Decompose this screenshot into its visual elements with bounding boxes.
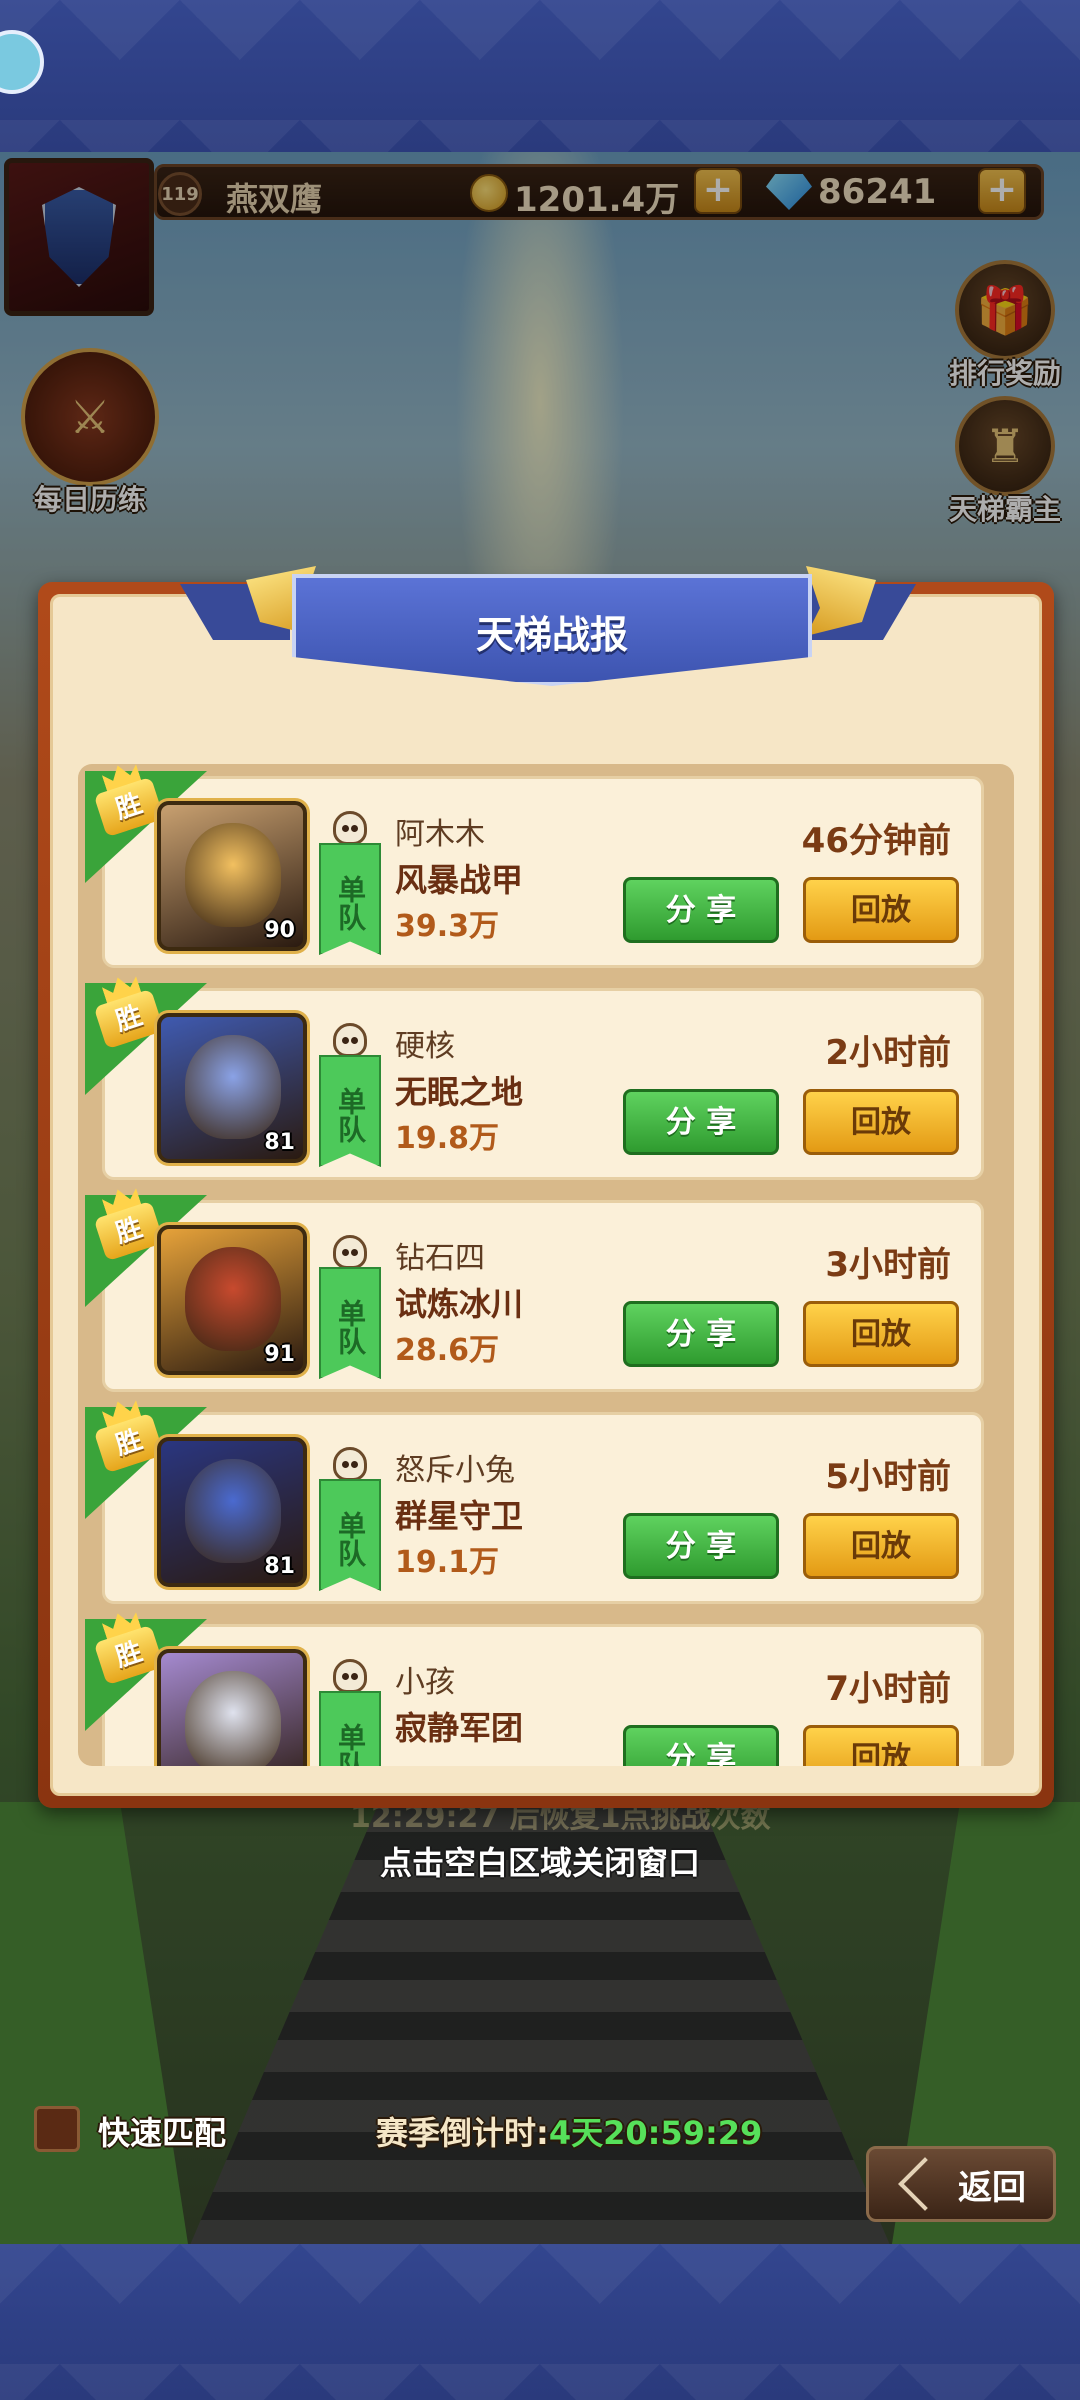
- battle-record-card: 胜 90 单队 阿木木 风暴战甲 39.3万 46分钟前 分 享 回放: [85, 776, 984, 968]
- back-label: 返回: [958, 2167, 1026, 2208]
- skull-icon: [333, 811, 367, 845]
- opponent-power: 19.1万: [395, 1545, 500, 1580]
- hero-level: 90: [264, 918, 295, 943]
- opponent-power: 39.3万: [395, 909, 500, 944]
- opponent-power: 28.6万: [395, 1333, 500, 1368]
- opponent-hero-avatar[interactable]: 90: [157, 801, 307, 951]
- solo-team-tag: 单队: [319, 1055, 381, 1167]
- share-button[interactable]: 分 享: [623, 1301, 779, 1367]
- share-button[interactable]: 分 享: [623, 1513, 779, 1579]
- battle-time: 7小时前: [825, 1669, 951, 1709]
- battle-record-card: 胜 单队 小孩 寂静军团 7小时前 分 享 回放: [85, 1624, 984, 1766]
- share-button[interactable]: 分 享: [623, 1725, 779, 1766]
- battle-record-card: 胜 81 单队 硬核 无眠之地 19.8万 2小时前 分 享 回放: [85, 988, 984, 1180]
- quick-match-label: 快速匹配: [98, 2114, 227, 2152]
- back-arrow-icon: [898, 2157, 952, 2211]
- opponent-guild: 试炼冰川: [395, 1285, 524, 1323]
- quick-match-checkbox[interactable]: [34, 2106, 80, 2152]
- battle-record-card: 胜 91 单队 钻石四 试炼冰川 28.6万 3小时前 分 享 回放: [85, 1200, 984, 1392]
- opponent-name: 硬核: [395, 1029, 455, 1064]
- battle-time: 2小时前: [825, 1033, 951, 1073]
- opponent-guild: 无眠之地: [395, 1073, 524, 1111]
- hero-level: 81: [264, 1554, 295, 1579]
- hero-face: [185, 1459, 281, 1563]
- battle-time: 5小时前: [825, 1457, 951, 1497]
- opponent-name: 钻石四: [395, 1241, 485, 1276]
- back-button[interactable]: 返回: [866, 2146, 1056, 2222]
- opponent-hero-avatar[interactable]: 91: [157, 1225, 307, 1375]
- replay-button[interactable]: 回放: [803, 1725, 959, 1766]
- opponent-name: 怒斥小兔: [395, 1453, 515, 1488]
- season-countdown: 赛季倒计时:4天20:59:29: [376, 2108, 762, 2154]
- close-window-hint: 点击空白区域关闭窗口: [379, 1844, 700, 1882]
- share-button[interactable]: 分 享: [623, 877, 779, 943]
- opponent-power: 19.8万: [395, 1121, 500, 1156]
- solo-team-tag: 单队: [319, 1691, 381, 1766]
- hero-face: [185, 1035, 281, 1139]
- opponent-name: 阿木木: [395, 817, 485, 852]
- modal-title: 天梯战报: [475, 613, 628, 657]
- hero-level: 91: [264, 1342, 295, 1367]
- replay-button[interactable]: 回放: [803, 1301, 959, 1367]
- opponent-hero-avatar[interactable]: 81: [157, 1437, 307, 1587]
- top-border-band: [0, 0, 1080, 152]
- skull-icon: [333, 1023, 367, 1057]
- opponent-hero-avatar[interactable]: [157, 1649, 307, 1766]
- skull-icon: [333, 1659, 367, 1693]
- skull-icon: [333, 1235, 367, 1269]
- hero-face: [185, 823, 281, 927]
- season-countdown-label: 赛季倒计时:: [376, 2114, 549, 2152]
- solo-team-tag: 单队: [319, 843, 381, 955]
- season-countdown-value: 4天20:59:29: [548, 2114, 763, 2152]
- solo-team-tag: 单队: [319, 1267, 381, 1379]
- replay-button[interactable]: 回放: [803, 877, 959, 943]
- battle-time: 46分钟前: [801, 821, 951, 861]
- hero-face: [185, 1247, 281, 1351]
- replay-button[interactable]: 回放: [803, 1089, 959, 1155]
- battle-time: 3小时前: [825, 1245, 951, 1285]
- hero-level: 81: [264, 1130, 295, 1155]
- share-button[interactable]: 分 享: [623, 1089, 779, 1155]
- opponent-guild: 寂静军团: [395, 1709, 524, 1747]
- hero-face: [185, 1671, 281, 1766]
- opponent-hero-avatar[interactable]: 81: [157, 1013, 307, 1163]
- solo-team-tag: 单队: [319, 1479, 381, 1591]
- opponent-name: 小孩: [395, 1665, 455, 1700]
- opponent-guild: 群星守卫: [395, 1497, 524, 1535]
- battle-record-card: 胜 81 单队 怒斥小兔 群星守卫 19.1万 5小时前 分 享 回放: [85, 1412, 984, 1604]
- opponent-guild: 风暴战甲: [395, 861, 524, 899]
- battle-report-list[interactable]: 胜 90 单队 阿木木 风暴战甲 39.3万 46分钟前 分 享 回放 胜 81…: [78, 764, 1014, 1766]
- bottom-border-band: [0, 2244, 1080, 2400]
- floating-assistant-icon[interactable]: [0, 30, 44, 94]
- skull-icon: [333, 1447, 367, 1481]
- replay-button[interactable]: 回放: [803, 1513, 959, 1579]
